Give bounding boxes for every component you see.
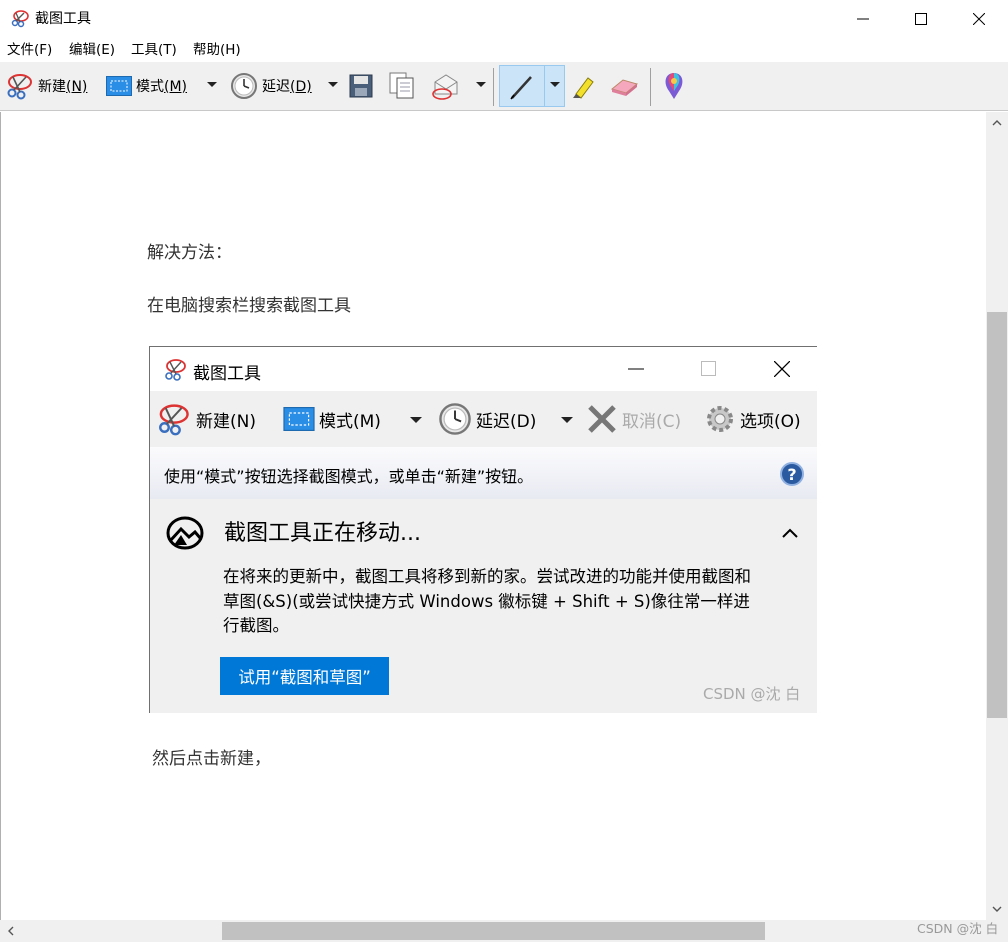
- email-icon: [432, 74, 458, 100]
- maximize-button[interactable]: [892, 0, 950, 38]
- scroll-up-button[interactable]: [986, 114, 1008, 132]
- scroll-down-button[interactable]: [986, 900, 1008, 918]
- vertical-scrollbar[interactable]: [986, 112, 1008, 920]
- toolbar-separator: [493, 68, 494, 106]
- delay-dropdown-arrow-icon[interactable]: [328, 82, 338, 87]
- send-dropdown-arrow-icon[interactable]: [476, 82, 486, 87]
- doc-line-solution: 解决方法：: [147, 243, 232, 263]
- menu-bar: 文件(F) 编辑(E) 工具(T) 帮助(H): [0, 38, 1008, 62]
- highlighter-button[interactable]: [570, 70, 598, 102]
- embedded-new-button: 新建(N): [154, 403, 256, 436]
- embedded-watermark: CSDN @沈 白: [703, 685, 801, 703]
- embedded-delay-label: 延迟(D): [476, 411, 537, 432]
- delay-button[interactable]: 延迟(D): [230, 70, 312, 102]
- embedded-delay-arrow-icon: [561, 417, 573, 423]
- horizontal-scrollbar[interactable]: [0, 920, 986, 942]
- embedded-mode-button: 模式(M): [283, 403, 381, 435]
- embedded-screenshot: 截图工具 新建(N) 模式(M) 延迟(D) 取消(C) 选项(O) 使用“模式…: [149, 346, 817, 713]
- maximize-icon: [915, 13, 927, 25]
- toolbar: 新建(N) 模式(M) 延迟(D): [0, 62, 1008, 111]
- highlighter-icon: [573, 77, 594, 99]
- embedded-window-title: 截图工具: [193, 364, 261, 384]
- chevron-down-icon: [992, 906, 1002, 912]
- eraser-icon: [610, 79, 639, 96]
- embedded-options-button: 选项(O): [704, 403, 801, 435]
- new-label: 新建: [38, 79, 66, 95]
- snipping-tool-icon: [10, 10, 30, 28]
- mode-dropdown-arrow-icon[interactable]: [207, 82, 217, 87]
- menu-tools[interactable]: 工具(T): [131, 41, 177, 59]
- embedded-title-bar: 截图工具: [150, 347, 817, 391]
- embedded-notice-title: 截图工具正在移动...: [224, 521, 421, 546]
- save-button[interactable]: [349, 70, 373, 102]
- title-bar: 截图工具: [0, 0, 1008, 38]
- snip-canvas: 解决方法： 在电脑搜索栏搜索截图工具 截图工具 新建(N) 模式(M) 延迟(D…: [0, 112, 986, 920]
- gear-icon: [707, 406, 733, 432]
- embedded-mode-arrow-icon: [410, 417, 422, 423]
- edit-with-paint3d-button[interactable]: [661, 70, 687, 102]
- chevron-left-icon: [8, 926, 14, 936]
- scroll-left-button[interactable]: [0, 922, 22, 940]
- maximize-icon: [701, 361, 716, 376]
- embedded-options-label: 选项(O): [740, 411, 801, 432]
- send-snip-button[interactable]: [431, 70, 461, 102]
- clock-icon: [439, 403, 471, 435]
- close-icon: [973, 13, 985, 25]
- toolbar-separator: [650, 68, 651, 106]
- save-icon: [349, 74, 373, 98]
- embedded-notice-body: 在将来的更新中，截图工具将移到新的家。尝试改进的功能并使用截图和草图(&S)(或…: [223, 567, 751, 635]
- doc-line-search: 在电脑搜索栏搜索截图工具: [147, 296, 351, 316]
- pen-icon: [510, 76, 532, 100]
- menu-help[interactable]: 帮助(H): [193, 41, 241, 59]
- new-key: (N): [66, 79, 88, 95]
- mode-label: 模式: [136, 79, 164, 95]
- delay-key: (D): [290, 79, 312, 95]
- copy-button[interactable]: [389, 70, 415, 102]
- snip-sketch-icon: [166, 516, 204, 550]
- vertical-scroll-thumb[interactable]: [987, 312, 1007, 718]
- menu-file[interactable]: 文件(F): [7, 41, 52, 59]
- embedded-try-button: 试用“截图和草图”: [220, 657, 389, 695]
- embedded-delay-button: 延迟(D): [438, 403, 536, 435]
- minimize-icon: [628, 368, 644, 370]
- doc-line-click-new: 然后点击新建，: [152, 749, 271, 769]
- embedded-cancel-button: 取消(C): [586, 403, 681, 435]
- embedded-hint-text: 使用“模式”按钮选择截图模式，或单击“新建”按钮。: [164, 467, 534, 486]
- mode-button[interactable]: 模式(M): [106, 70, 187, 102]
- pen-split-divider: [544, 66, 545, 106]
- pen-tool-button[interactable]: [499, 65, 565, 107]
- embedded-new-label: 新建(N): [196, 411, 256, 432]
- embedded-notice-panel: 截图工具正在移动... 在将来的更新中，截图工具将移到新的家。尝试改进的功能并使…: [150, 499, 817, 713]
- close-button[interactable]: [950, 0, 1008, 38]
- embedded-toolbar: 新建(N) 模式(M) 延迟(D) 取消(C) 选项(O): [150, 391, 817, 447]
- scissors-icon: [159, 404, 189, 436]
- minimize-button[interactable]: [834, 0, 892, 38]
- embedded-cancel-label: 取消(C): [622, 411, 682, 432]
- embedded-hint-bar: 使用“模式”按钮选择截图模式，或单击“新建”按钮。: [150, 447, 817, 499]
- eraser-button[interactable]: [609, 70, 639, 102]
- csdn-watermark: CSDN @沈 白: [917, 921, 999, 936]
- pen-dropdown-arrow-icon[interactable]: [550, 82, 560, 87]
- chevron-up-icon: [782, 528, 798, 538]
- embedded-mode-label: 模式(M): [319, 411, 381, 432]
- clock-icon: [231, 73, 257, 99]
- minimize-icon: [857, 18, 869, 20]
- copy-icon: [389, 72, 414, 99]
- horizontal-scroll-thumb[interactable]: [222, 922, 765, 940]
- menu-edit[interactable]: 编辑(E): [69, 41, 115, 59]
- snipping-tool-icon: [165, 359, 186, 381]
- mode-key: (M): [164, 79, 188, 95]
- paint3d-icon: [665, 73, 683, 99]
- cancel-x-icon: [588, 405, 616, 433]
- rect-select-icon: [106, 76, 132, 96]
- help-icon: ?: [780, 462, 804, 486]
- scissors-icon: [7, 74, 32, 100]
- window-title: 截图工具: [35, 11, 91, 27]
- close-icon: [774, 361, 790, 377]
- rect-select-icon: [283, 407, 315, 431]
- chevron-up-icon: [992, 120, 1002, 126]
- new-snip-button[interactable]: 新建(N): [4, 70, 87, 102]
- delay-label: 延迟: [262, 79, 290, 95]
